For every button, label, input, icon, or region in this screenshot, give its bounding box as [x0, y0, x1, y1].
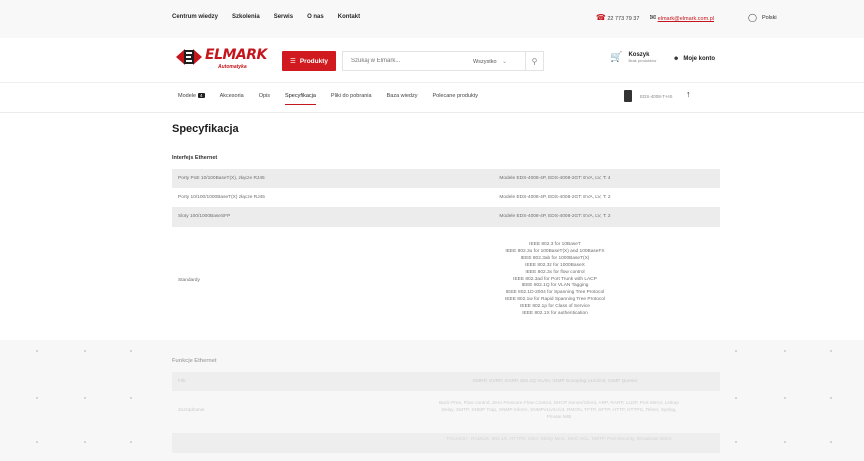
cart[interactable]: 🛒 Koszyk Brak produktów — [610, 52, 656, 63]
account-label: Moje konto — [683, 56, 715, 62]
spec-value: Back Pres, Flow control, Zero Pressure F… — [439, 401, 679, 420]
search-input[interactable] — [343, 58, 473, 64]
nav-link-trainings[interactable]: Szkolenia — [232, 14, 260, 20]
standard-item: IEEE 802.3x for flow control — [525, 269, 585, 275]
search-bar: Wszystko ⌄ ⚲ — [342, 51, 544, 71]
phone-number: 22 773 79 37 — [607, 16, 640, 22]
tab-models[interactable]: Modele 4 — [178, 93, 205, 105]
tab-specification[interactable]: Specyfikacja — [285, 93, 316, 105]
standard-item: IEEE 802.3 for 10BaseT — [529, 242, 581, 247]
top-navigation: Centrum wiedzy Szkolenia Serwis O nas Ko… — [172, 14, 360, 20]
elmark-logo-mark-icon — [176, 49, 202, 65]
product-tabs-bar: Modele 4 Akcesoria Opis Specyfikacja Plik… — [0, 83, 864, 113]
email-link[interactable]: ✉ elmark@elmark.com.pl — [649, 13, 714, 22]
phone-link[interactable]: ☎ 22 773 79 37 — [596, 13, 640, 22]
mail-icon: ✉ — [649, 13, 657, 22]
products-menu-label: Produkty — [299, 57, 328, 65]
product-thumbnail — [624, 90, 632, 102]
language-selector[interactable]: ◯ Polski — [748, 13, 777, 22]
spec-key: Filtr — [178, 379, 186, 384]
standards-list: IEEE 802.3 for 10BaseT IEEE 802.3u for 1… — [444, 242, 666, 318]
search-icon: ⚲ — [531, 56, 538, 66]
tab-recommended[interactable]: Polecane produkty — [432, 93, 478, 105]
table-row: Porty PoE 10/100BaseT(X), złącze RJ45 Mo… — [172, 169, 720, 188]
chevron-down-icon: ⌄ — [502, 58, 508, 65]
email-address: elmark@elmark.com.pl — [657, 16, 714, 22]
product-code: EDS-4008-T-HS — [640, 93, 673, 99]
decorative-dots — [0, 350, 864, 352]
menu-icon: ☰ — [290, 58, 296, 65]
spec-value: Modele EDS-4008-4P, EDS-4008-2GT: EVA, L… — [499, 195, 611, 200]
spec-value: Modele EDS-4008-4P, EDS-4008-2GT: EVA, L… — [499, 176, 611, 181]
language-label: Polski — [761, 14, 777, 21]
tab-accessories[interactable]: Akcesoria — [220, 93, 244, 105]
product-mini-summary: EDS-4008-T-HS — [624, 90, 673, 102]
spec-key: Porty PoE 10/100BaseT(X), złącze RJ45 — [178, 176, 265, 181]
table-row: Standardy IEEE 802.3 for 10BaseT IEEE 80… — [172, 227, 720, 337]
nav-link-service[interactable]: Serwis — [274, 14, 293, 20]
spec-key: Sloty 100/1000BaseSFP — [178, 214, 231, 219]
section-title-ethernet-interface: Interfejs Ethernet — [172, 155, 218, 161]
search-scope-select[interactable]: Wszystko ⌄ — [473, 58, 519, 65]
globe-icon: ◯ — [748, 13, 757, 22]
scroll-to-top-icon[interactable]: ↑ — [686, 89, 691, 99]
contact-links: ☎ 22 773 79 37 ✉ elmark@elmark.com.pl — [596, 13, 714, 22]
section-title-ethernet-functions: Funkcje Ethernet — [172, 358, 217, 364]
cart-icon: 🛒 — [610, 52, 623, 63]
table-row: Sloty 100/1000BaseSFP Modele EDS-4008-4P… — [172, 207, 720, 227]
logo-tagline: Automatyka — [218, 64, 247, 70]
logo-wordmark: ELMARK — [205, 47, 267, 63]
standard-item: IEEE 802.1X for authentication — [522, 311, 588, 317]
table-row: Porty 10/100/1000BaseT(X) złącze RJ45 Mo… — [172, 188, 720, 207]
top-utility-bar: Centrum wiedzy Szkolenia Serwis O nas Ko… — [0, 0, 864, 38]
spec-key: Standardy — [178, 278, 200, 283]
nav-link-about[interactable]: O nas — [307, 14, 324, 20]
decorative-dots — [0, 397, 864, 399]
elmark-logo[interactable]: ELMARK Automatyka — [176, 46, 267, 74]
spec-value: Modele EDS-4008-4P, EDS-4008-2GT: EVA, L… — [499, 214, 611, 219]
models-count-badge: 4 — [198, 93, 205, 98]
spec-value: GMRP, GVRP, GARP, 802.1Q VLAN, IGMP Snoo… — [472, 379, 638, 384]
products-menu-button[interactable]: ☰ Produkty — [282, 51, 336, 71]
tab-description[interactable]: Opis — [259, 93, 270, 105]
spec-table-ethernet-interface: Porty PoE 10/100BaseT(X), złącze RJ45 Mo… — [172, 169, 720, 337]
search-button[interactable]: ⚲ — [525, 52, 543, 70]
cart-text: Koszyk Brak produktów — [628, 52, 656, 63]
decorative-dots — [0, 441, 864, 443]
search-scope-value: Wszystko — [473, 58, 497, 65]
nav-link-contact[interactable]: Kontakt — [338, 14, 360, 20]
table-row: TACACS+, RADIUS, 802.1X, HTTPS, SSH, Sti… — [172, 433, 720, 453]
tab-knowledge-base[interactable]: Baza wiedzy — [387, 93, 418, 105]
standard-item: IEEE 802.3z for 1000BaseX — [525, 262, 585, 268]
standard-item: IEEE 802.3u for 100BaseT(X) and 100BaseF… — [505, 248, 605, 254]
page-title: Specyfikacja — [172, 123, 239, 135]
product-tabs: Modele 4 Akcesoria Opis Specyfikacja Plik… — [178, 93, 478, 105]
spec-key: Porty 10/100/1000BaseT(X) złącze RJ45 — [178, 195, 265, 200]
spec-key: Zarządzanie — [178, 408, 205, 413]
table-row: Filtr GMRP, GVRP, GARP, 802.1Q VLAN, IGM… — [172, 372, 720, 391]
standard-item: IEEE 802.3ab for 1000BaseT(X) — [520, 255, 590, 261]
main-header: ELMARK Automatyka ☰ Produkty Wszystko ⌄ … — [0, 38, 864, 83]
tab-downloads[interactable]: Pliki do pobrania — [331, 93, 372, 105]
tab-models-label: Modele — [178, 93, 197, 99]
user-icon: ☻ — [673, 56, 680, 62]
phone-icon: ☎ — [595, 13, 606, 22]
cart-status: Brak produktów — [628, 58, 657, 63]
account-link[interactable]: ☻ Moje konto — [673, 56, 715, 62]
nav-link-knowledge-center[interactable]: Centrum wiedzy — [172, 14, 218, 20]
